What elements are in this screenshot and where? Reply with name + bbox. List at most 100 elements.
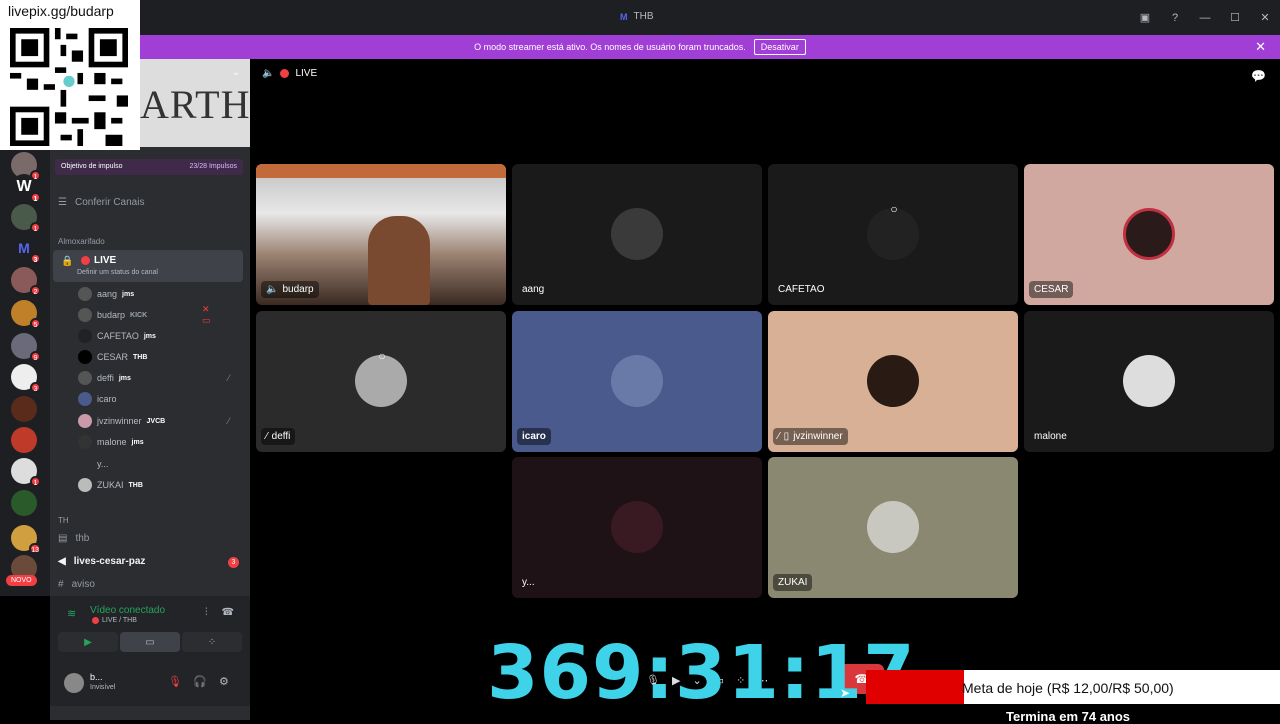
category-header[interactable]: Almoxarifado [58,237,105,246]
qr-overlay: livepix.gg/budarp [0,0,140,150]
tile-name: ZUKAI [778,577,808,588]
mobile-icon: ▯ [783,431,790,442]
server-icon[interactable]: 13 [11,525,41,554]
disconnect-icon[interactable]: ☎ [222,607,234,618]
voice-user-name: ZUKAI [97,480,124,490]
stream-timer: 369:31:17 [487,630,916,716]
maximize-button[interactable]: ☐ [1220,11,1250,24]
voice-user[interactable]: y... [78,457,108,471]
category-header[interactable]: TH [58,516,69,525]
voice-user-name: CAFETAO [97,331,139,341]
video-tile[interactable]: CESAR [1024,164,1274,305]
server-icon[interactable] [11,427,37,453]
video-tile[interactable]: icaro [512,311,762,452]
banner-close-icon[interactable]: ✕ [1255,39,1266,55]
voice-user[interactable]: jvzinwinner JVCB ⁄ [78,414,230,428]
server-icon[interactable] [11,490,37,516]
headphones-muted-icon[interactable]: 🎧 [193,675,207,688]
video-tile[interactable]: ⁄ ▯ jvzinwinner [768,311,1018,452]
mouse-cursor-icon: ➤ [840,686,851,700]
mention-badge: 3 [228,557,239,568]
text-channel[interactable]: ▤ thb [58,533,89,544]
server-icon[interactable]: 1 [11,458,41,487]
video-tile[interactable]: malone [1024,311,1274,452]
minimize-button[interactable]: — [1190,12,1220,24]
tile-label: y... [517,574,540,591]
settings-gear-icon[interactable]: ⚙ [219,675,229,688]
voice-user[interactable]: CAFETAO jms [78,329,156,343]
video-tile[interactable]: y... [512,457,762,598]
channel-name: lives-cesar-paz [73,556,146,567]
server-banner[interactable]: ARTHB ⌄ [140,59,250,147]
voice-user-name: y... [97,459,109,469]
browse-channels-label: Conferir Canais [74,197,145,208]
server-badge: 9 [30,351,41,362]
chat-icon[interactable]: 💬 [1251,69,1266,83]
tile-label: malone [1029,428,1072,445]
voice-user[interactable]: malone jms [78,435,144,449]
voice-location[interactable]: LIVE / THB [92,617,137,624]
tile-label: ⁄ deffi [261,428,296,445]
voice-location-text: LIVE / THB [102,617,137,624]
close-window-button[interactable]: ✕ [1250,11,1280,24]
camera-button[interactable]: ▶ [58,632,118,652]
server-icon[interactable]: 3 [11,364,41,393]
chevron-down-icon[interactable]: ⌄ [232,67,240,78]
avatar [78,308,92,322]
user-status: Invisível [90,684,116,691]
avatar [611,501,663,553]
signal-icon[interactable]: ≋ [67,607,76,620]
voice-user[interactable]: deffi jms ⁄ [78,371,230,385]
channel-status[interactable]: Definir um status do canal [77,269,158,276]
screen-share-button[interactable]: ▭ [120,632,180,652]
voice-user[interactable]: CESAR THB [78,350,147,364]
ceiling-strip [256,164,506,178]
voice-channel[interactable]: ◀ lives-cesar-paz [58,556,145,567]
server-icon[interactable] [11,396,37,422]
username[interactable]: b... [90,672,103,682]
video-tile[interactable]: ZUKAI [768,457,1018,598]
avatar [78,392,92,406]
avatar [78,457,92,471]
lock-icon: 🔒 [61,256,74,267]
voice-user-name: CESAR [97,352,129,362]
noise-suppression-icon[interactable]: ⫶ [205,607,208,618]
voice-user[interactable]: icaro [78,392,117,406]
avatar [1123,208,1175,260]
avatar [867,501,919,553]
voice-channel-live[interactable]: 🔒 LIVE Definir um status do canal [53,250,243,282]
server-icon[interactable]: 1 [11,204,41,233]
inbox-icon[interactable]: ▣ [1130,11,1160,24]
video-tile[interactable]: 🔈 budarp [256,164,506,305]
boost-goal[interactable]: Objetivo de impulso 23/28 Impulsos [55,159,243,175]
tile-name: icaro [522,431,546,442]
server-badge: 3 [30,382,41,393]
voice-user[interactable]: ZUKAI THB [78,478,143,492]
user-tag: JVCB [146,417,166,425]
video-tile[interactable]: ○ CAFETAO [768,164,1018,305]
browse-channels[interactable]: ☰ Conferir Canais [58,197,144,208]
video-tile[interactable]: ○ ⁄ deffi [256,311,506,452]
voice-user[interactable]: budarp KICK ✕ ▭ [78,304,211,325]
server-icon[interactable]: 2 [11,267,41,296]
tile-name: budarp [282,284,314,295]
banner-message: O modo streamer está ativo. Os nomes de … [474,42,746,52]
server-icon[interactable]: M3 [11,235,41,264]
server-icon[interactable]: 9 [11,333,41,362]
user-tag: THB [128,481,143,489]
server-icon[interactable]: W1 [11,174,41,203]
window-controls: ▣ ? — ☐ ✕ [1130,0,1280,35]
disable-streamer-button[interactable]: Desativar [753,39,806,55]
server-icon[interactable]: 5 [11,300,41,329]
voice-user[interactable]: aang jms [78,287,134,301]
voice-user-name: icaro [97,394,117,404]
voice-status[interactable]: Vídeo conectado [90,605,165,616]
avatar[interactable] [64,673,84,693]
video-tile[interactable]: aang [512,164,762,305]
help-icon[interactable]: ? [1160,12,1190,24]
activities-button[interactable]: ⁘ [182,632,242,652]
voice-user-name: malone [97,437,127,447]
text-channel[interactable]: # aviso [58,579,95,590]
mic-muted-icon[interactable]: 🎙 [168,675,182,688]
server-badge: 1 [30,192,41,203]
